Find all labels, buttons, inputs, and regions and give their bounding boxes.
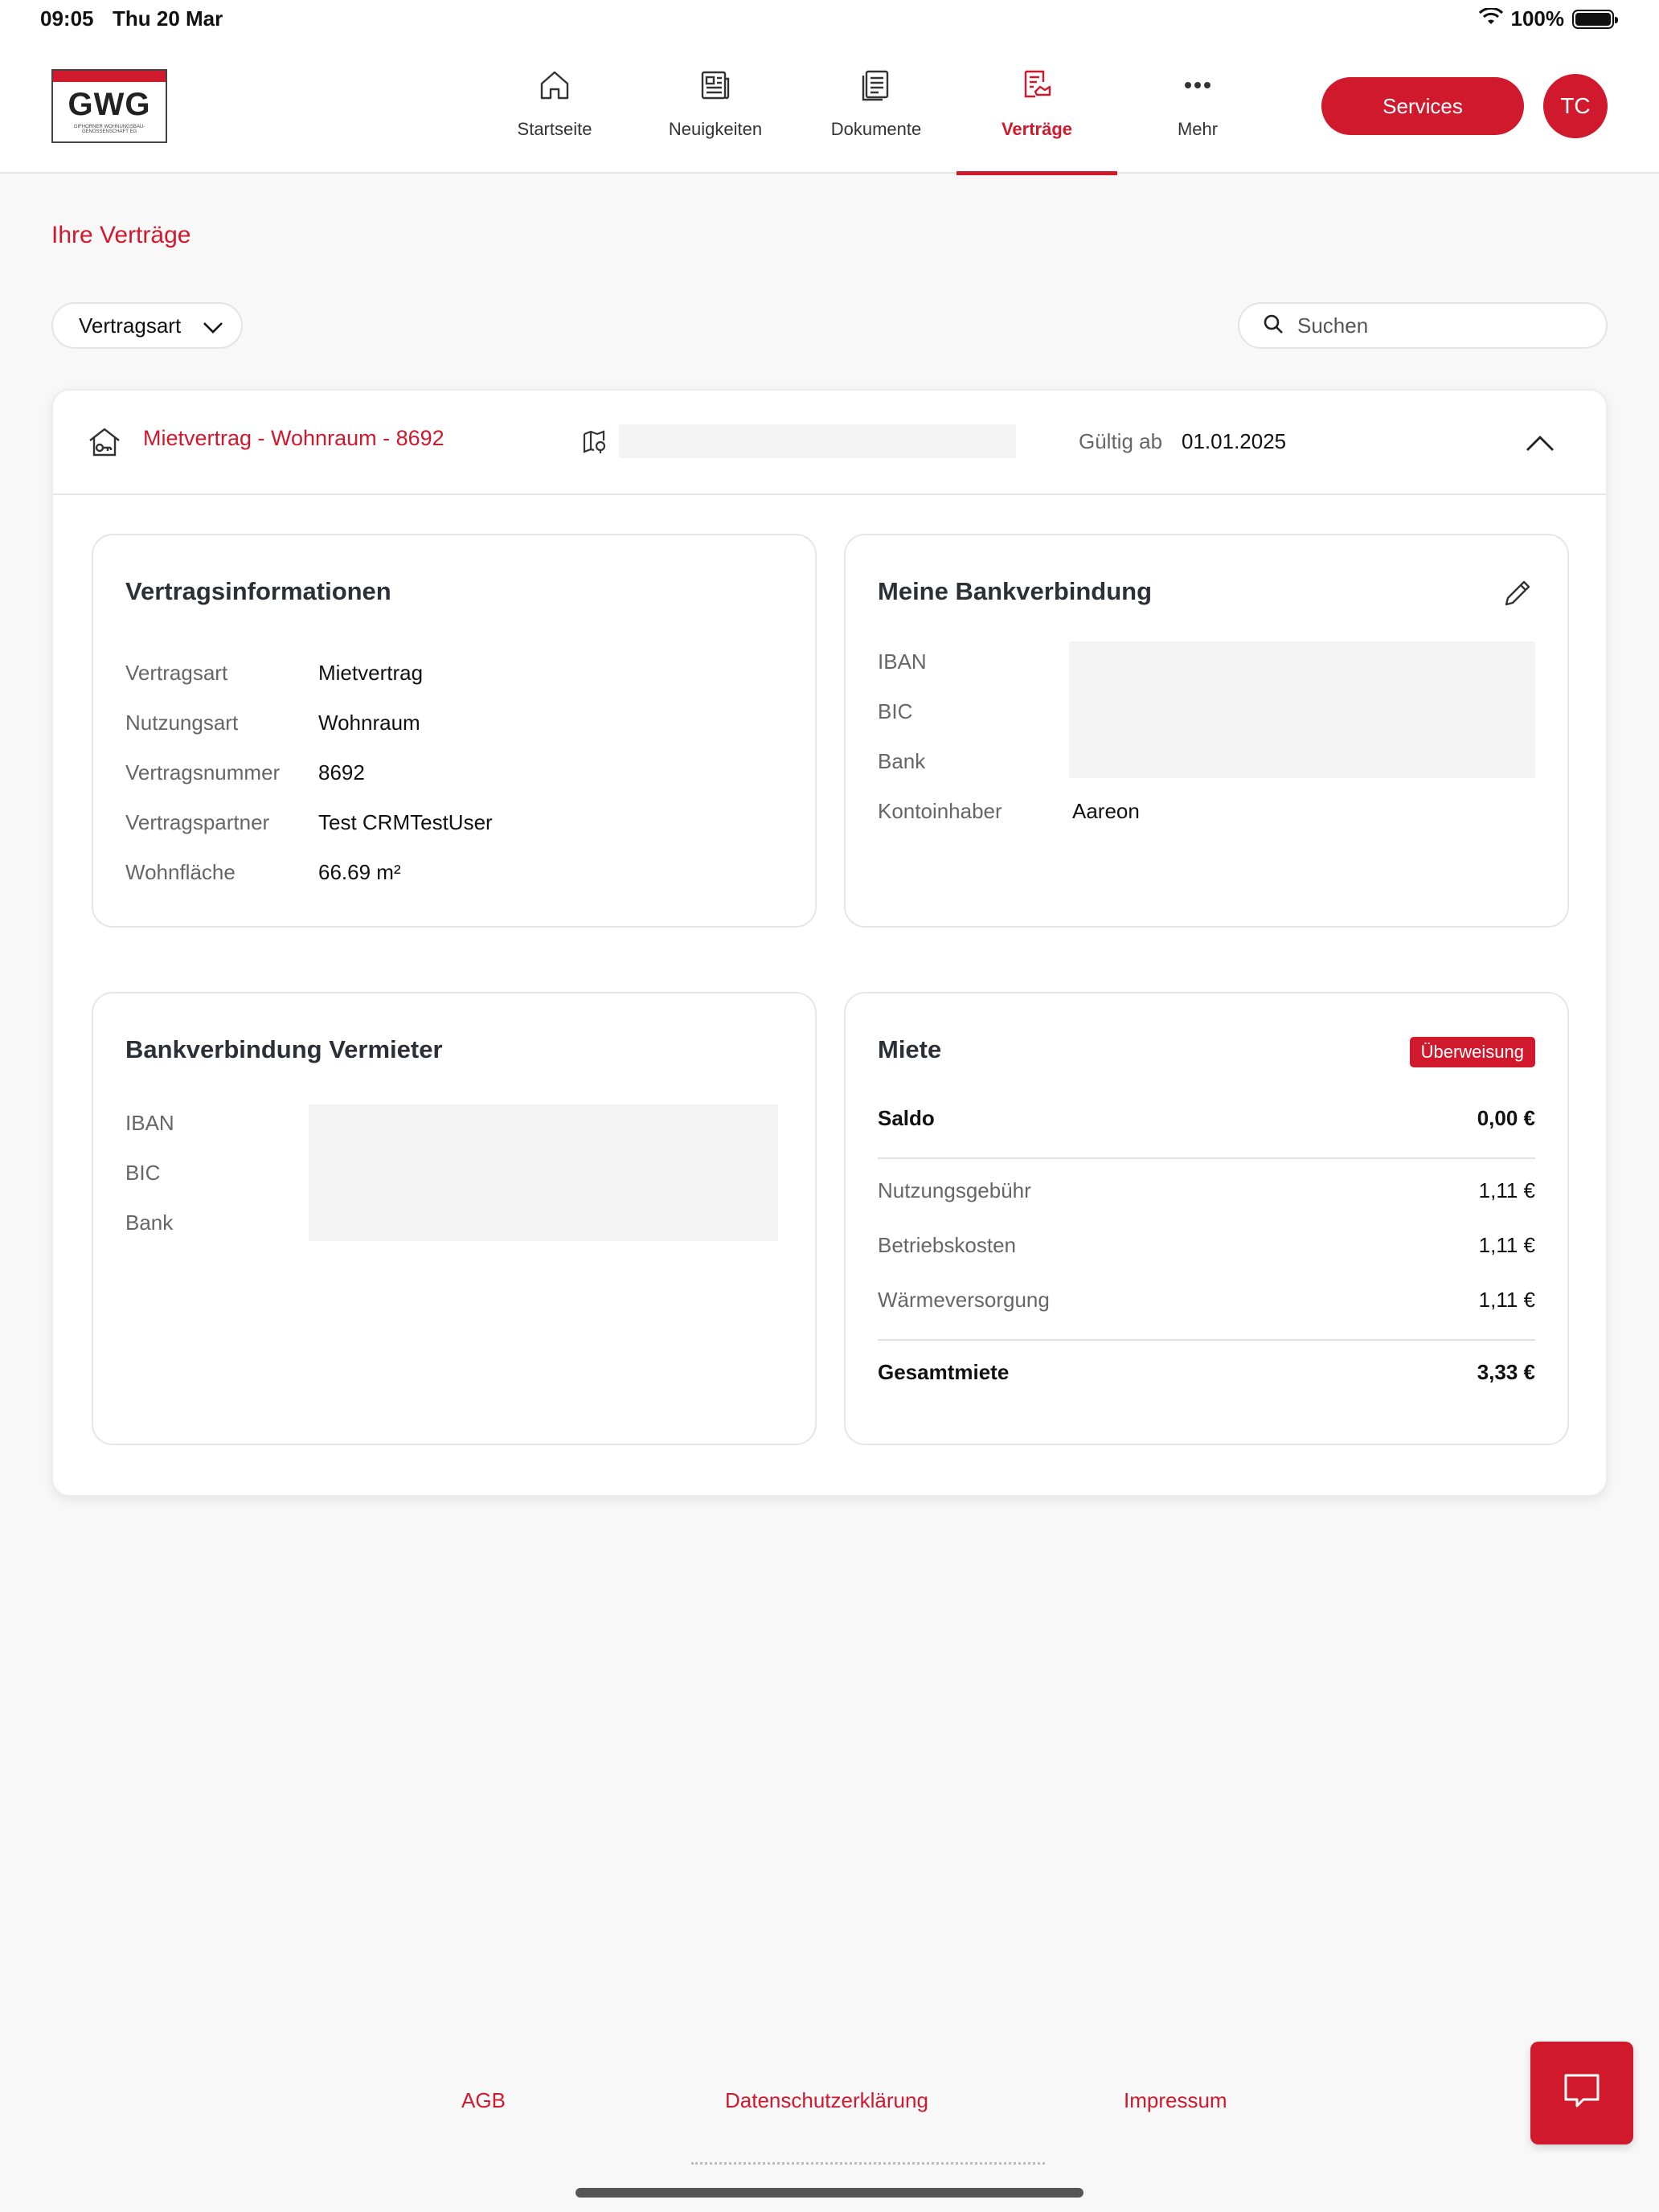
payment-method-badge: Überweisung: [1409, 1037, 1535, 1067]
divider: [878, 1339, 1535, 1341]
footer-link-datenschutz[interactable]: Datenschutzerklärung: [725, 2088, 928, 2113]
info-value: Test CRMTestUser: [318, 810, 493, 834]
info-value: 66.69 m²: [318, 860, 401, 884]
iban-label: IBAN: [878, 649, 927, 674]
rent-item-label: Betriebskosten: [878, 1233, 1016, 1257]
bic-label: BIC: [125, 1161, 161, 1185]
contract-header[interactable]: Mietvertrag - Wohnraum - 8692 Gültig ab …: [53, 391, 1606, 495]
saldo-label: Saldo: [878, 1106, 935, 1130]
nav-label: Startseite: [517, 119, 592, 139]
search-icon: [1262, 313, 1284, 339]
map-pin-icon: [582, 429, 608, 459]
nav-label: Verträge: [1001, 119, 1073, 139]
total-value: 3,33 €: [1477, 1360, 1535, 1384]
nav-vertraege[interactable]: Verträge: [956, 40, 1117, 175]
edit-pencil-icon[interactable]: [1500, 576, 1535, 615]
footer-link-impressum[interactable]: Impressum: [1124, 2088, 1227, 2113]
battery-icon: [1572, 9, 1618, 29]
info-value: Wohnraum: [318, 711, 420, 735]
house-key-icon: [87, 424, 122, 464]
holder-value: Aareon: [1072, 799, 1140, 823]
search-field[interactable]: [1238, 302, 1608, 349]
nav-neuigkeiten[interactable]: Neuigkeiten: [635, 40, 796, 174]
info-value: Mietvertrag: [318, 661, 424, 685]
home-icon: [535, 66, 574, 104]
info-label: Vertragspartner: [125, 810, 270, 834]
total-label: Gesamtmiete: [878, 1360, 1010, 1384]
nav-mehr[interactable]: Mehr: [1117, 40, 1278, 174]
landlord-bank-masked: [309, 1104, 778, 1241]
contract-title: Mietvertrag - Wohnraum - 8692: [143, 426, 444, 450]
card-heading: Miete: [878, 1035, 942, 1063]
chat-button[interactable]: [1530, 2042, 1633, 2144]
bank-label: Bank: [878, 749, 926, 773]
address-masked: [619, 424, 1016, 458]
rent-item-value: 1,11 €: [1478, 1288, 1535, 1312]
holder-label: Kontoinhaber: [878, 799, 1002, 823]
status-date: Thu 20 Mar: [113, 6, 223, 31]
search-input[interactable]: [1297, 313, 1587, 338]
more-icon: [1178, 66, 1217, 104]
card-heading: Vertragsinformationen: [125, 577, 391, 605]
status-bar: 09:05 Thu 20 Mar 100%: [0, 0, 1659, 40]
my-bank-card: Meine Bankverbindung IBAN BIC Bank Konto…: [844, 534, 1569, 928]
nav-label: Neuigkeiten: [668, 119, 763, 139]
chevron-down-icon: [199, 313, 227, 346]
info-label: Vertragsart: [125, 661, 228, 685]
status-right: 100%: [1478, 6, 1618, 31]
info-label: Vertragsnummer: [125, 760, 281, 784]
page-title: Ihre Verträge: [51, 222, 191, 248]
main-nav: Startseite Neuigkeiten Dokumente Verträg…: [474, 40, 1278, 175]
info-value: 8692: [318, 760, 365, 784]
logo-text: GWG: [68, 87, 151, 122]
valid-from-label: Gültig ab: [1079, 429, 1163, 453]
status-time: 09:05: [40, 6, 94, 31]
documents-icon: [857, 66, 895, 104]
avatar[interactable]: TC: [1543, 74, 1608, 138]
contract-icon: [1018, 66, 1056, 104]
battery-percent: 100%: [1510, 6, 1565, 31]
rent-card: Miete Überweisung Saldo 0,00 € Nutzungsg…: [844, 992, 1569, 1445]
nav-startseite[interactable]: Startseite: [474, 40, 635, 174]
iban-label: IBAN: [125, 1111, 174, 1135]
rent-item-value: 1,11 €: [1478, 1178, 1535, 1202]
logo-subtext: GIFHORNER WOHNUNGSBAU-GENOSSENSCHAFT EG: [73, 125, 145, 134]
filter-label: Vertragsart: [79, 313, 182, 338]
contract-type-filter[interactable]: Vertragsart: [51, 302, 243, 349]
card-heading: Meine Bankverbindung: [878, 577, 1153, 605]
info-label: Nutzungsart: [125, 711, 239, 735]
chat-icon: [1559, 2069, 1604, 2118]
nav-dokumente[interactable]: Dokumente: [796, 40, 956, 174]
nav-label: Mehr: [1177, 119, 1219, 139]
divider: [878, 1157, 1535, 1159]
services-button[interactable]: Services: [1321, 77, 1524, 135]
home-indicator[interactable]: [576, 2188, 1083, 2198]
rent-item-value: 1,11 €: [1478, 1233, 1535, 1257]
rent-item-label: Wärmeversorgung: [878, 1288, 1050, 1312]
wifi-icon: [1478, 6, 1503, 31]
chevron-up-icon[interactable]: [1524, 428, 1556, 464]
card-heading: Bankverbindung Vermieter: [125, 1035, 443, 1063]
contract-panel: Mietvertrag - Wohnraum - 8692 Gültig ab …: [51, 389, 1608, 1497]
footer-link-agb[interactable]: AGB: [461, 2088, 506, 2113]
nav-label: Dokumente: [830, 119, 922, 139]
bank-label: Bank: [125, 1210, 174, 1235]
valid-from-value: 01.01.2025: [1182, 429, 1287, 453]
bic-label: BIC: [878, 699, 913, 723]
info-label: Wohnfläche: [125, 860, 236, 884]
app-header: GWG GIFHORNER WOHNUNGSBAU-GENOSSENSCHAFT…: [0, 40, 1659, 175]
footer-cutoff-text: [691, 2162, 1045, 2167]
gwg-logo[interactable]: GWG GIFHORNER WOHNUNGSBAU-GENOSSENSCHAFT…: [51, 69, 167, 143]
newspaper-icon: [696, 66, 735, 104]
contract-info-card: Vertragsinformationen Vertragsart Mietve…: [92, 534, 817, 928]
rent-item-label: Nutzungsgebühr: [878, 1178, 1031, 1202]
saldo-value: 0,00 €: [1477, 1106, 1535, 1130]
landlord-bank-card: Bankverbindung Vermieter IBAN BIC Bank: [92, 992, 817, 1445]
bank-details-masked: [1069, 641, 1535, 778]
